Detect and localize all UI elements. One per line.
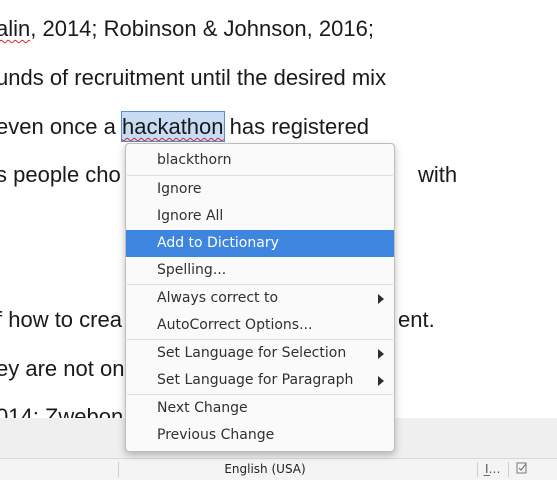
menu-item-next-change[interactable]: Next Change: [126, 395, 394, 422]
menu-item-suggestion-blackthorn[interactable]: blackthorn: [126, 147, 394, 174]
selected-misspelled-word[interactable]: hackathon: [120, 111, 225, 142]
doc-line-6: ey are not on: [0, 356, 124, 382]
menu-item-previous-change[interactable]: Previous Change: [126, 422, 394, 449]
doc-line-5: f how to crea ent.: [0, 307, 435, 333]
spellcheck-context-menu: blackthorn Ignore Ignore All Add to Dict…: [125, 143, 395, 452]
status-language[interactable]: English (USA): [200, 462, 330, 476]
submenu-arrow-icon: [378, 349, 384, 359]
doc-line-1: alin, 2014; Robinson & Johnson, 2016;: [0, 16, 374, 42]
doc-text: ey are not on: [0, 356, 125, 381]
status-divider: [477, 462, 478, 477]
status-divider: [508, 462, 509, 477]
menu-item-autocorrect-options[interactable]: AutoCorrect Options...: [126, 312, 394, 339]
status-bar: English (USA) I̲…: [0, 458, 557, 480]
doc-text: , 2014; Robinson & Johnson, 2016;: [30, 16, 374, 41]
menu-item-ignore-all[interactable]: Ignore All: [126, 203, 394, 230]
menu-item-label: Set Language for Paragraph: [157, 372, 354, 388]
text-cursor-icon[interactable]: I̲…: [485, 462, 501, 476]
doc-text: s people cho: [0, 162, 121, 187]
status-divider: [118, 462, 119, 477]
menu-item-label: Always correct to: [157, 290, 279, 306]
doc-line-7: 014; Zwebon: [0, 404, 123, 418]
doc-text: has registered: [223, 114, 370, 139]
doc-text: 014; Zwebon: [0, 404, 124, 418]
menu-item-label: Set Language for Selection: [157, 345, 347, 361]
submenu-arrow-icon: [378, 376, 384, 386]
menu-item-set-language-selection[interactable]: Set Language for Selection: [126, 340, 394, 367]
doc-line-3: even once a hackathon has registered: [0, 111, 370, 142]
doc-text: even once a: [0, 114, 122, 139]
doc-line-4: s people cho with: [0, 162, 457, 188]
document-modified-icon[interactable]: [516, 462, 528, 477]
menu-item-add-to-dictionary[interactable]: Add to Dictionary: [126, 230, 394, 257]
doc-text: unds of recruitment until the desired mi…: [0, 65, 387, 90]
menu-item-spelling[interactable]: Spelling...: [126, 257, 394, 284]
menu-item-always-correct-to[interactable]: Always correct to: [126, 285, 394, 312]
misspelled-word[interactable]: alin: [0, 16, 30, 41]
doc-line-2: unds of recruitment until the desired mi…: [0, 65, 386, 91]
doc-text: f how to crea: [0, 307, 122, 332]
doc-text: with: [418, 162, 458, 187]
menu-item-ignore[interactable]: Ignore: [126, 176, 394, 203]
submenu-arrow-icon: [378, 294, 384, 304]
doc-text: ent.: [398, 307, 435, 332]
menu-item-set-language-paragraph[interactable]: Set Language for Paragraph: [126, 367, 394, 394]
